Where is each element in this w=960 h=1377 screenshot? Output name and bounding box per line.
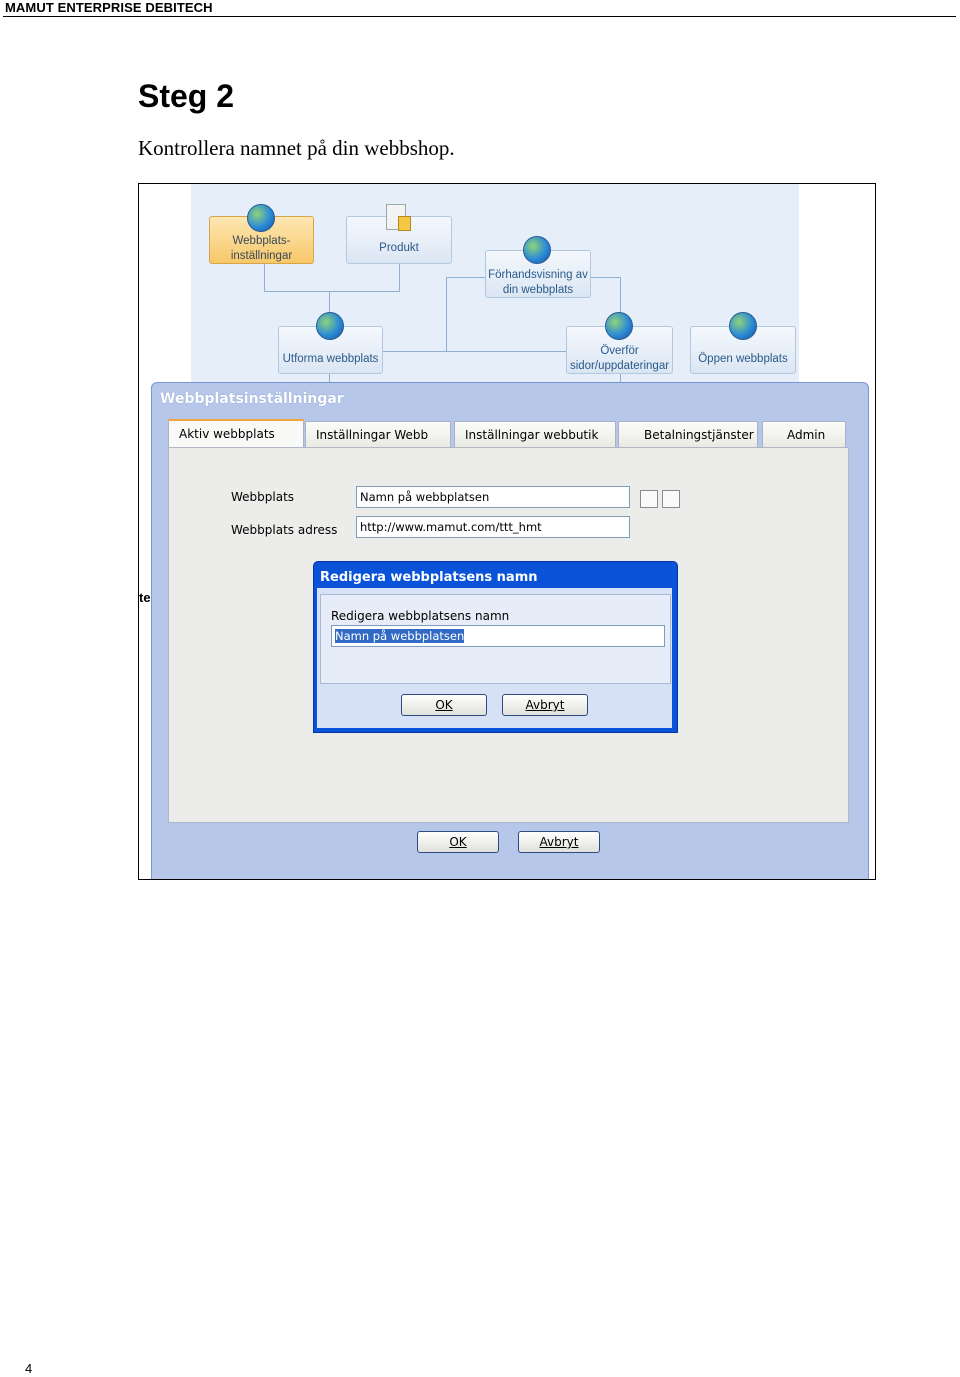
window-title: Webbplatsinställningar [160,391,344,407]
workflow-step-label: Överför [600,345,639,357]
dialog-name-field[interactable]: Namn på webbplatsen [331,625,665,647]
tab-admin[interactable]: Admin [762,421,846,447]
workflow-step-label: Öppen webbplats [698,353,788,365]
edit-name-dialog: Redigera webbplatsens namn Redigera webb… [313,561,678,733]
workflow-step-label: Utforma webbplats [282,353,379,365]
selected-text: Namn på webbplatsen [335,629,465,643]
dialog-body: Redigera webbplatsens namn Namn på webbp… [317,588,672,728]
dialog-group: Redigera webbplatsens namn Namn på webbp… [320,594,671,684]
screenshot-frame: Webbplats- inställningar Produkt Förhand… [138,183,876,880]
workflow-step-label: Webbplats- [232,235,291,247]
globe-pencil-icon [316,312,344,340]
globe-gear-icon [247,204,275,232]
tab-payment-services[interactable]: Betalningstjänster [618,421,758,447]
tab-active-site[interactable]: Aktiv webbplats [168,419,304,449]
ok-button[interactable]: OK [417,831,499,853]
tab-web-settings[interactable]: Inställningar Webb [305,421,451,447]
flow-connector [591,277,621,278]
page-number: 4 [25,1361,33,1376]
flow-connector [399,264,400,292]
document-header: MAMUT ENTERPRISE DEBITECH [5,0,213,15]
flow-connector [264,291,400,292]
dialog-cancel-button[interactable]: Avbryt [502,694,588,716]
header-rule [3,16,956,17]
dialog-field-label: Redigera webbplatsens namn [331,609,510,623]
workflow-step-label: sidor/uppdateringar [569,360,670,372]
flow-connector [446,277,486,278]
cancel-button[interactable]: Avbryt [518,831,600,853]
tab-shop-settings[interactable]: Inställningar webbutik [454,421,616,447]
settings-icon[interactable] [662,490,680,508]
site-name-field[interactable]: Namn på webbplatsen [356,486,630,508]
globe-house-icon [729,312,757,340]
workflow-step-label: inställningar [230,250,293,262]
dialog-ok-button[interactable]: OK [401,694,487,716]
product-box-icon [386,204,411,231]
globe-preview-icon [523,236,551,264]
site-name-label: Webbplats [231,490,295,504]
stray-text: te [139,590,151,605]
workflow-step-label: din webbplats [502,284,574,296]
step-title: Steg 2 [138,78,235,114]
edit-icon[interactable] [640,490,658,508]
site-address-field[interactable]: http://www.mamut.com/ttt_hmt [356,516,630,538]
flow-connector [264,264,265,292]
step-description: Kontrollera namnet på din webbshop. [138,136,455,160]
flow-connector [446,277,447,352]
flow-connector [620,277,621,313]
workflow-step-label: Förhandsvisning av [488,269,588,281]
globe-computer-icon [605,312,633,340]
site-address-label: Webbplats adress [231,523,338,537]
flow-connector [383,351,566,352]
workflow-step-label: Produkt [379,242,419,254]
dialog-title: Redigera webbplatsens namn [320,570,538,585]
